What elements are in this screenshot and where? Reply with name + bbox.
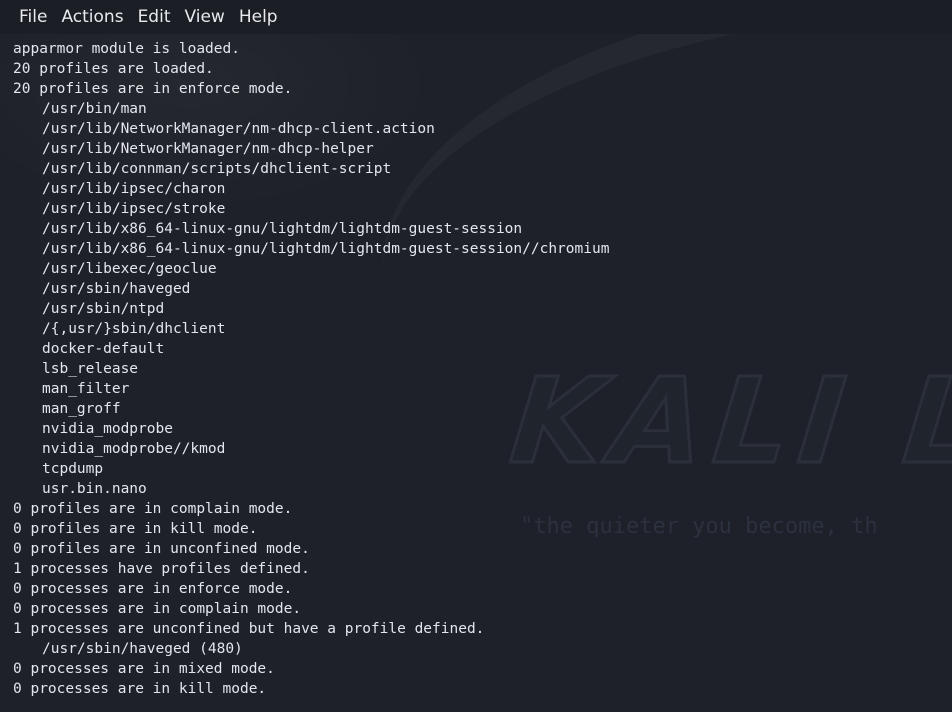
terminal-line: 0 processes are in complain mode. (13, 601, 302, 617)
terminal-line: /usr/lib/ipsec/charon (42, 181, 226, 197)
terminal-line: usr.bin.nano (42, 481, 147, 497)
terminal-line: 0 processes are in kill mode. (13, 681, 267, 697)
terminal-line: 0 profiles are in complain mode. (13, 501, 293, 517)
terminal-line: 0 profiles are in kill mode. (13, 521, 258, 537)
terminal-line: 1 processes have profiles defined. (13, 561, 310, 577)
terminal-line: /usr/lib/x86_64-linux-gnu/lightdm/lightd… (42, 241, 610, 257)
menu-edit[interactable]: Edit (131, 0, 178, 34)
terminal-line: 0 processes are in enforce mode. (13, 581, 293, 597)
terminal-line: /usr/lib/NetworkManager/nm-dhcp-helper (42, 141, 374, 157)
terminal-line: /usr/sbin/haveged (42, 281, 191, 297)
terminal-line: /usr/sbin/ntpd (42, 301, 165, 317)
terminal-text: apparmor module is loaded. 20 profiles ar… (13, 39, 609, 699)
terminal-line: /{,usr/}sbin/dhclient (42, 321, 226, 337)
terminal-line: man_groff (42, 401, 121, 417)
terminal-line: 0 profiles are in unconfined mode. (13, 541, 310, 557)
terminal-line: /usr/lib/x86_64-linux-gnu/lightdm/lightd… (42, 221, 523, 237)
terminal-line: 20 profiles are loaded. (13, 61, 214, 77)
menu-view[interactable]: View (177, 0, 231, 34)
terminal-line: docker-default (42, 341, 165, 357)
terminal-line: 20 profiles are in enforce mode. (13, 81, 293, 97)
menubar: File Actions Edit View Help (0, 0, 952, 34)
terminal-line: nvidia_modprobe (42, 421, 173, 437)
menu-help[interactable]: Help (232, 0, 285, 34)
terminal-line: 0 processes are in mixed mode. (13, 661, 275, 677)
terminal-line: /usr/bin/man (42, 101, 147, 117)
menu-actions[interactable]: Actions (54, 0, 130, 34)
terminal-line: /usr/lib/NetworkManager/nm-dhcp-client.a… (42, 121, 435, 137)
terminal-line: tcpdump (42, 461, 104, 477)
terminal-line: /usr/lib/connman/scripts/dhclient-script (42, 161, 392, 177)
terminal-line: 1 processes are unconfined but have a pr… (13, 621, 485, 637)
terminal-line: lsb_release (42, 361, 139, 377)
terminal-line: /usr/sbin/haveged (480) (42, 641, 243, 657)
terminal-line: nvidia_modprobe//kmod (42, 441, 226, 457)
terminal-line: /usr/libexec/geoclue (42, 261, 217, 277)
menu-file[interactable]: File (12, 0, 54, 34)
terminal-output-area[interactable]: KALI L "the quieter you become, th appar… (0, 34, 952, 712)
terminal-line: man_filter (42, 381, 130, 397)
terminal-line: apparmor module is loaded. (13, 41, 240, 57)
terminal-line: /usr/lib/ipsec/stroke (42, 201, 226, 217)
